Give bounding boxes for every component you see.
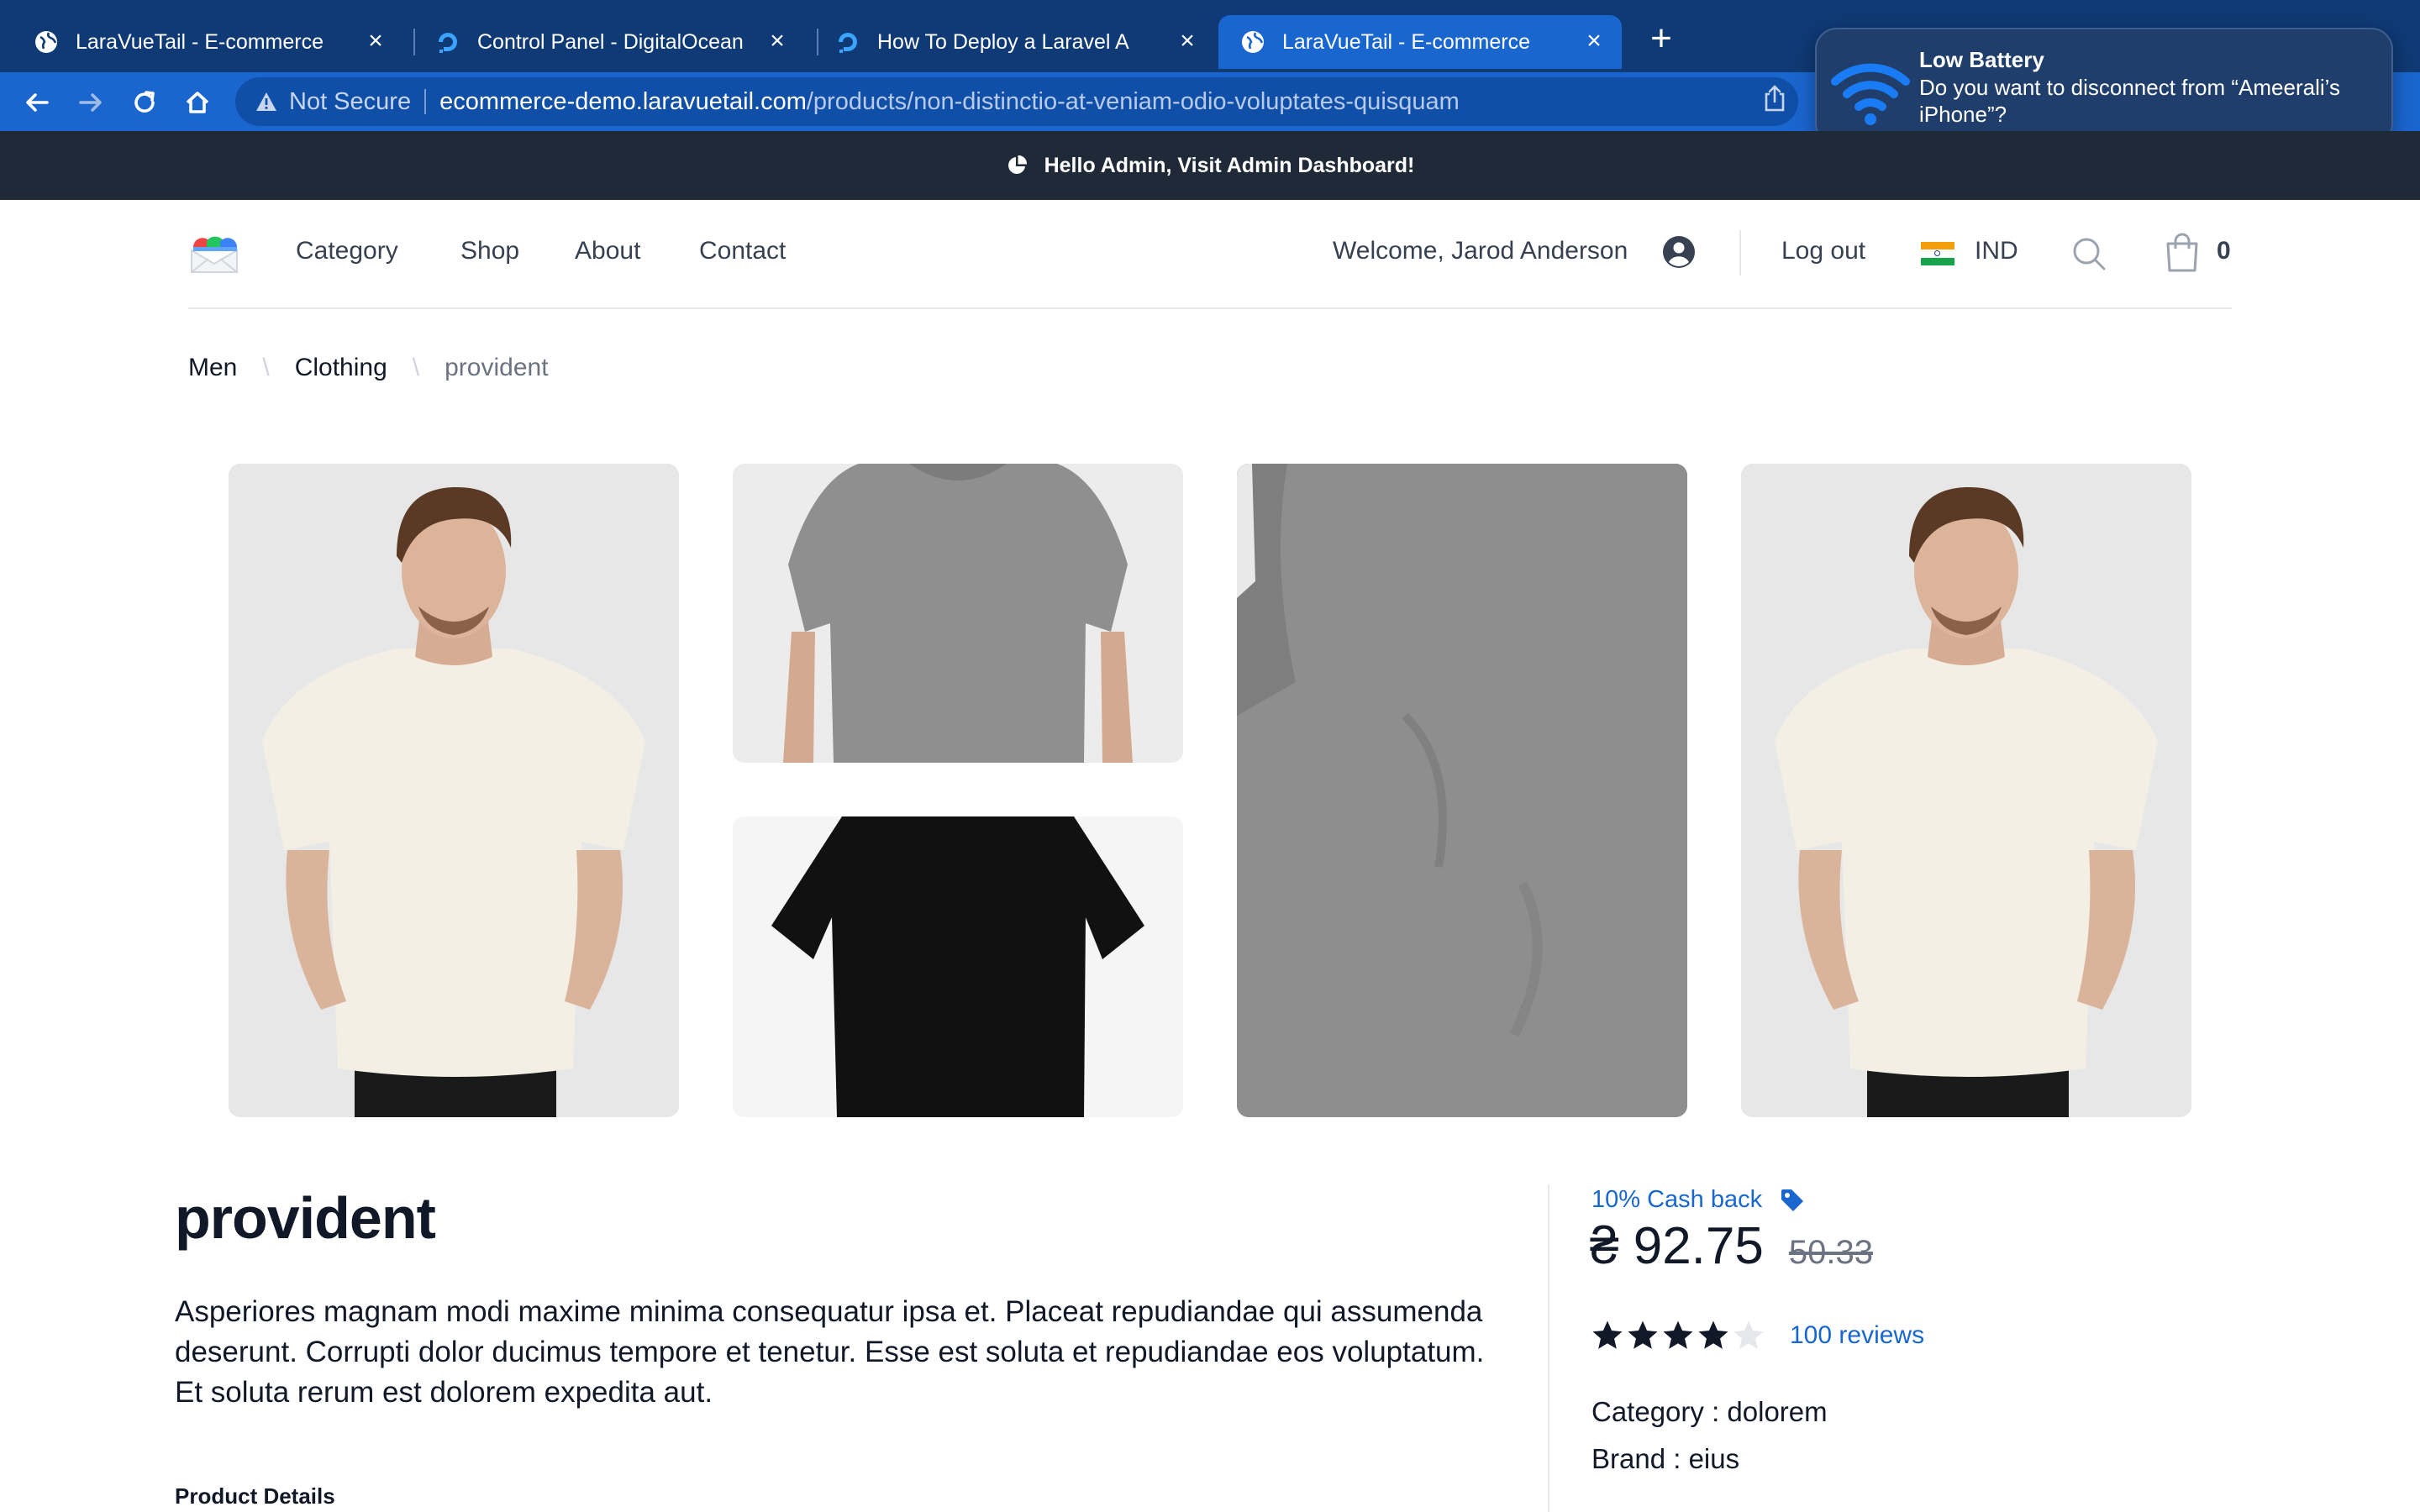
breadcrumb: Men \ Clothing \ provident <box>188 351 549 385</box>
forward-arrow-icon[interactable] <box>74 86 108 119</box>
cashback-offer[interactable]: 10% Cash back <box>1591 1186 1806 1214</box>
tab-deploy-laravel[interactable]: How To Deploy a Laravel Applic × <box>803 15 1215 69</box>
notification-title: Low Battery <box>1919 47 2044 72</box>
tab-laravuetail-active[interactable]: LaraVueTail - E-commerce × <box>1218 15 1622 69</box>
close-icon[interactable]: × <box>1175 29 1200 54</box>
site-header: Category Shop About Contact Welcome, Jar… <box>188 200 2232 309</box>
reload-icon[interactable] <box>128 86 161 119</box>
breadcrumb-current: provident <box>445 354 549 381</box>
logout-link[interactable]: Log out <box>1781 237 1865 265</box>
home-icon[interactable] <box>181 86 214 119</box>
tab-title: LaraVueTail - E-commerce <box>1282 29 1531 54</box>
breadcrumb-separator: \ <box>262 354 270 381</box>
shopping-bag-icon[interactable] <box>2165 232 2200 272</box>
product-image-grey-tee[interactable] <box>733 464 1183 763</box>
tab-title: LaraVueTail - E-commerce <box>76 29 324 54</box>
reviews-link[interactable]: 100 reviews <box>1790 1321 1924 1350</box>
country-selector[interactable]: IND <box>1975 237 2018 265</box>
product-image-model-side[interactable] <box>1741 464 2191 1117</box>
search-icon[interactable] <box>2070 235 2107 272</box>
nav-contact[interactable]: Contact <box>699 237 786 265</box>
chart-pie-icon <box>1007 155 1027 174</box>
product-category[interactable]: Category : dolorem <box>1591 1396 1828 1428</box>
star-filled-icon <box>1698 1320 1728 1349</box>
url-host: ecommerce-demo.laravuetail.com <box>439 87 807 115</box>
welcome-message[interactable]: Welcome, Jarod Anderson <box>1333 237 1628 265</box>
user-avatar-icon[interactable] <box>1662 235 1696 269</box>
breadcrumb-separator: \ <box>412 354 420 381</box>
tab-title: How To Deploy a Laravel Applic <box>877 29 1129 54</box>
rating-stars <box>1590 1318 1766 1353</box>
product-old-price: 50.33 <box>1788 1234 1873 1271</box>
globe-icon <box>1242 31 1264 53</box>
nav-about[interactable]: About <box>575 237 640 265</box>
close-icon[interactable]: × <box>765 29 790 54</box>
header-divider <box>1739 230 1741 276</box>
breadcrumb-clothing[interactable]: Clothing <box>295 354 387 382</box>
security-label[interactable]: Not Secure <box>289 88 411 116</box>
product-description: Asperiores magnam modi maxime minima con… <box>175 1295 1485 1409</box>
price-row: ₴ 92.75 50.33 <box>1590 1216 1873 1280</box>
product-title: provident <box>175 1185 436 1251</box>
tab-title: Control Panel - DigitalOcean <box>477 29 744 54</box>
address-separator <box>424 89 427 114</box>
admin-banner[interactable]: Hello Admin, Visit Admin Dashboard! <box>0 131 2420 200</box>
product-image-fabric-closeup[interactable] <box>1237 464 1687 1117</box>
product-image-model-front[interactable] <box>229 464 679 1117</box>
tab-digitalocean[interactable]: Control Panel - DigitalOcean × <box>402 15 805 69</box>
product-price: ₴ 92.75 <box>1590 1217 1764 1275</box>
star-empty-icon <box>1733 1320 1764 1349</box>
url-path: /products/non-distinctio-at-veniam-odio-… <box>806 87 1460 115</box>
cashback-label: 10% Cash back <box>1591 1186 1763 1213</box>
tag-icon <box>1781 1189 1804 1211</box>
address-bar[interactable]: Not Secure ecommerce-demo.laravuetail.co… <box>235 77 1798 126</box>
digitalocean-icon <box>839 33 857 53</box>
nav-category[interactable]: Category <box>296 237 398 265</box>
star-filled-icon <box>1628 1320 1658 1349</box>
product-rating: 100 reviews <box>1590 1317 1924 1354</box>
product-details-heading: Product Details <box>175 1483 335 1509</box>
star-filled-icon <box>1592 1320 1623 1349</box>
notification-body: Do you want to disconnect from “Ameerali… <box>1919 75 2340 127</box>
india-flag-icon[interactable] <box>1921 242 1954 265</box>
store-logo[interactable] <box>188 230 240 277</box>
new-tab-button[interactable]: + <box>1644 20 1678 57</box>
wifi-icon <box>1831 63 1910 125</box>
back-arrow-icon[interactable] <box>20 86 54 119</box>
admin-banner-text: Hello Admin, Visit Admin Dashboard! <box>1044 153 1415 177</box>
info-divider <box>1548 1184 1549 1512</box>
low-battery-notification[interactable]: Low Battery Do you want to disconnect fr… <box>1815 28 2393 145</box>
product-image-black-tee[interactable] <box>733 816 1183 1117</box>
close-icon[interactable]: × <box>363 29 388 54</box>
nav-shop[interactable]: Shop <box>460 237 519 265</box>
product-brand[interactable]: Brand : eius <box>1591 1443 1739 1475</box>
tab-laravuetail-1[interactable]: LaraVueTail - E-commerce × <box>0 15 403 69</box>
globe-icon <box>35 31 57 53</box>
share-icon[interactable] <box>1761 84 1788 113</box>
digitalocean-icon <box>439 33 457 53</box>
cart-count[interactable]: 0 <box>2217 237 2231 265</box>
star-filled-icon <box>1663 1320 1693 1349</box>
breadcrumb-men[interactable]: Men <box>188 354 237 382</box>
warning-icon <box>256 92 276 111</box>
close-icon[interactable]: × <box>1581 29 1607 54</box>
